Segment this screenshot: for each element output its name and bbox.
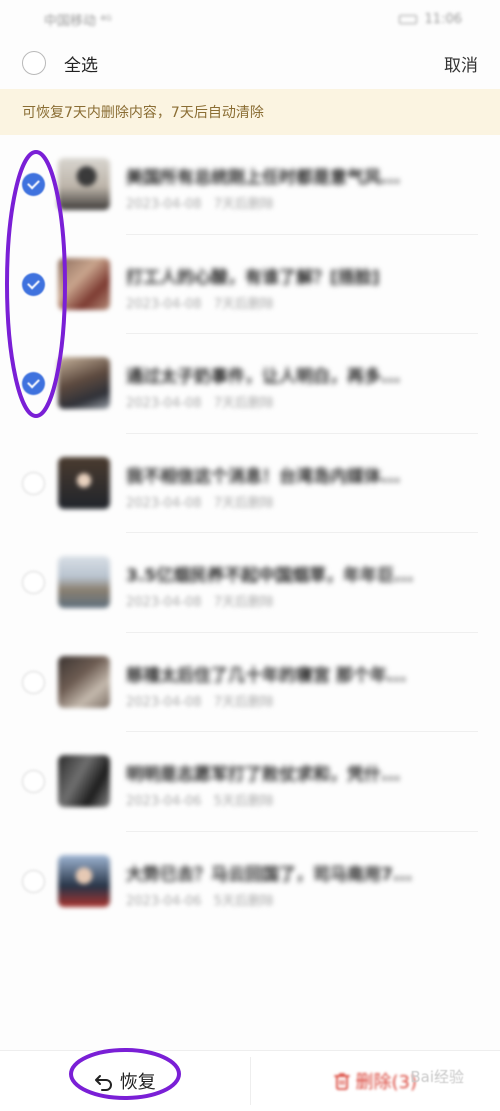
item-meta: 2023-04-08 7天后删除 [126,392,274,411]
item-checkbox[interactable] [22,471,45,495]
item-title: 我不相信这个消息！台湾岛内媒体... [126,466,401,487]
item-thumbnail [58,158,110,210]
item-thumbnail [58,556,110,608]
list-item[interactable]: 慈禧太后住了几十年的寝宫 那个年... 2023-04-08 7天后删除 [0,633,500,732]
notice-banner: 可恢复7天内删除内容，7天后自动清除 [0,89,500,135]
item-remain: 7天后删除 [213,495,274,511]
cancel-button[interactable]: 取消 [444,51,478,76]
item-remain: 5天后删除 [213,794,274,809]
list-item[interactable]: 大势已去？马云回国了，司马南用7... 2023-04-06 5天后删除 [0,832,500,932]
select-all-label: 全选 [64,55,98,76]
item-title: 美国所有总统刚上任时都是意气风... [126,168,401,188]
item-thumbnail [58,655,110,708]
list-item[interactable]: 通过太子奶事件，让人明白，再多... 2023-04-08 7天后删除 [0,334,500,434]
item-title: 大势已去？马云回国了，司马南用7... [126,864,413,885]
restore-label: 恢复 [119,1072,156,1093]
item-thumbnail [58,257,110,310]
battery-icon [398,14,417,24]
item-checkbox[interactable] [22,272,45,296]
item-thumbnail [58,357,110,409]
item-checkbox[interactable] [22,372,45,395]
item-checkbox[interactable] [22,571,45,594]
item-date: 2023-04-08 [126,495,202,511]
item-date: 2023-04-08 [126,396,202,411]
recycle-bin-screen: 中国移动 ⁴ᴳ 11:06 全选 取消 可恢复7天内删除内容，7天后自动清除 美… [0,0,500,1111]
select-all-toggle[interactable]: 全选 [22,51,98,76]
status-bar: 中国移动 ⁴ᴳ 11:06 [0,0,500,38]
item-checkbox[interactable] [22,770,45,793]
item-date: 2023-04-08 [126,197,202,212]
item-title: 慈禧太后住了几十年的寝宫 那个年... [126,665,407,686]
restore-button[interactable]: 恢复 [0,1051,250,1111]
item-thumbnail [58,755,110,807]
item-date: 2023-04-06 [126,893,202,909]
list-item[interactable]: 打工人的心酸，有谁了解？[捂脸] 2023-04-08 7天后删除 [0,235,500,334]
item-thumbnail [58,456,110,509]
notice-text: 可恢复7天内删除内容，7天后自动清除 [22,105,264,121]
watermark-logo: Bai经验 [410,1068,464,1086]
trash-icon [333,1073,350,1090]
item-meta: 2023-04-06 5天后删除 [126,790,274,809]
delete-inner: 删除(3) [333,1068,418,1094]
top-bar: 全选 取消 [0,38,500,88]
item-checkbox[interactable] [22,869,45,893]
item-meta: 2023-04-08 7天后删除 [126,492,274,511]
item-meta: 2023-04-06 5天后删除 [126,890,274,909]
item-meta: 2023-04-08 7天后删除 [126,691,274,710]
delete-label: 删除(3) [355,1072,418,1093]
list-item[interactable]: 3.5亿烟民养不起中国烟草，年年巨... 2023-04-08 7天后删除 [0,533,500,633]
undo-icon [94,1075,112,1091]
item-checkbox[interactable] [22,670,45,694]
item-date: 2023-04-06 [126,794,202,809]
item-meta: 2023-04-08 7天后删除 [126,591,274,610]
item-title: 3.5亿烟民养不起中国烟草，年年巨... [126,566,414,586]
status-time: 11:06 [424,11,462,27]
item-date: 2023-04-08 [126,595,202,610]
item-title: 打工人的心酸，有谁了解？[捂脸] [126,267,380,288]
item-title: 明明是志愿军打了败仗求和，凭什... [126,765,401,785]
list-item[interactable]: 明明是志愿军打了败仗求和，凭什... 2023-04-06 5天后删除 [0,732,500,832]
item-remain: 7天后删除 [213,595,274,610]
list-item[interactable]: 我不相信这个消息！台湾岛内媒体... 2023-04-08 7天后删除 [0,434,500,533]
item-title: 通过太子奶事件，让人明白，再多... [126,367,401,387]
item-date: 2023-04-08 [126,694,202,710]
item-date: 2023-04-08 [126,296,202,312]
item-remain: 7天后删除 [213,296,274,312]
carrier-text: 中国移动 ⁴ᴳ [44,13,112,29]
list-item[interactable]: 美国所有总统刚上任时都是意气风... 2023-04-08 7天后删除 [0,135,500,235]
item-remain: 7天后删除 [213,197,274,212]
item-meta: 2023-04-08 7天后删除 [126,293,274,312]
status-right: 11:06 [398,11,462,27]
item-remain: 7天后删除 [213,396,274,411]
select-all-radio[interactable] [22,51,46,75]
item-remain: 5天后删除 [213,893,274,909]
item-checkbox[interactable] [22,173,45,196]
item-meta: 2023-04-08 7天后删除 [126,193,274,212]
item-remain: 7天后删除 [213,694,274,710]
item-thumbnail [58,854,110,907]
deleted-items-list: 美国所有总统刚上任时都是意气风... 2023-04-08 7天后删除 打工人的心… [0,135,500,931]
